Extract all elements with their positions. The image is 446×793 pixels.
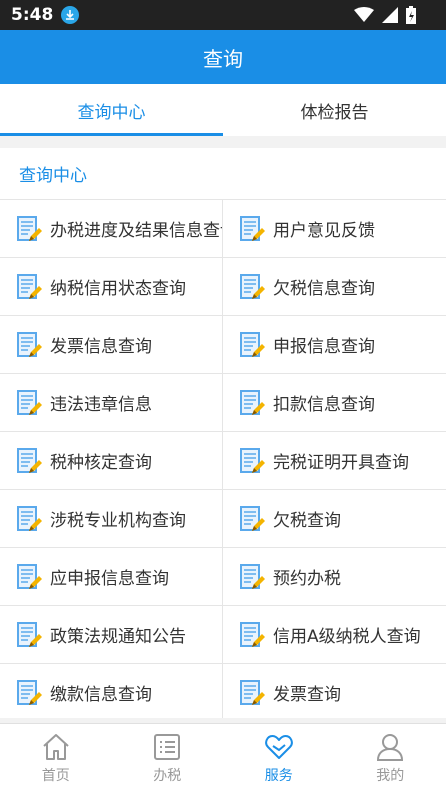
divider bbox=[0, 136, 446, 148]
battery-icon bbox=[406, 6, 416, 24]
user-icon bbox=[377, 734, 404, 761]
query-item[interactable]: 税种核定查询 bbox=[0, 432, 223, 490]
query-item-label: 办税进度及结果信息查询 bbox=[50, 221, 223, 241]
document-edit-icon bbox=[17, 273, 42, 299]
signal-icon bbox=[382, 7, 398, 23]
query-item[interactable]: 欠税查询 bbox=[223, 490, 446, 548]
home-icon bbox=[43, 734, 69, 760]
nav-tax[interactable]: 办税 bbox=[112, 724, 224, 793]
download-icon bbox=[61, 6, 80, 24]
list-icon bbox=[154, 734, 181, 760]
app-bar: 查询 bbox=[0, 30, 446, 84]
tab-bar: 查询中心 体检报告 bbox=[0, 84, 446, 136]
query-item[interactable]: 信用A级纳税人查询 bbox=[223, 606, 446, 664]
document-edit-icon bbox=[240, 679, 265, 705]
query-item[interactable]: 申报信息查询 bbox=[223, 316, 446, 374]
document-edit-icon bbox=[240, 389, 265, 415]
document-edit-icon bbox=[17, 331, 42, 357]
query-item[interactable]: 办税进度及结果信息查询 bbox=[0, 200, 223, 258]
query-item-label: 违法违章信息 bbox=[50, 395, 152, 415]
document-edit-icon bbox=[240, 563, 265, 589]
query-item[interactable]: 缴款信息查询 bbox=[0, 664, 223, 718]
document-edit-icon bbox=[240, 621, 265, 647]
query-item-label: 税种核定查询 bbox=[50, 453, 152, 473]
query-item[interactable]: 用户意见反馈 bbox=[223, 200, 446, 258]
heart-icon bbox=[264, 735, 293, 759]
document-edit-icon bbox=[240, 447, 265, 473]
bottom-nav: 首页 办税 服务 我的 bbox=[0, 723, 446, 793]
document-edit-icon bbox=[17, 563, 42, 589]
query-item-label: 涉税专业机构查询 bbox=[50, 511, 186, 531]
query-item-label: 申报信息查询 bbox=[273, 337, 375, 357]
document-edit-icon bbox=[240, 273, 265, 299]
document-edit-icon bbox=[17, 621, 42, 647]
document-edit-icon bbox=[17, 389, 42, 415]
wifi-icon bbox=[354, 7, 374, 22]
query-item[interactable]: 完税证明开具查询 bbox=[223, 432, 446, 490]
nav-service[interactable]: 服务 bbox=[223, 724, 335, 793]
query-item-label: 信用A级纳税人查询 bbox=[273, 627, 421, 647]
tab-health-report[interactable]: 体检报告 bbox=[223, 84, 446, 136]
query-item-label: 欠税信息查询 bbox=[273, 279, 375, 299]
status-time: 5:48 bbox=[11, 5, 54, 25]
nav-service-label: 服务 bbox=[264, 768, 293, 784]
document-edit-icon bbox=[17, 215, 42, 241]
query-item-label: 应申报信息查询 bbox=[50, 569, 169, 589]
query-grid: 办税进度及结果信息查询 用户意见反馈纳税信用状态查询 欠税信息查询发票信息查询 申报信… bbox=[0, 200, 446, 718]
query-item-label: 发票查询 bbox=[273, 685, 341, 705]
status-bar: 5:48 bbox=[0, 0, 446, 30]
query-item-label: 预约办税 bbox=[273, 569, 341, 589]
query-item-label: 发票信息查询 bbox=[50, 337, 152, 357]
query-item[interactable]: 扣款信息查询 bbox=[223, 374, 446, 432]
document-edit-icon bbox=[17, 505, 42, 531]
nav-mine[interactable]: 我的 bbox=[335, 724, 446, 793]
page-title: 查询 bbox=[203, 46, 243, 71]
document-edit-icon bbox=[240, 331, 265, 357]
query-item[interactable]: 违法违章信息 bbox=[0, 374, 223, 432]
section-header: 查询中心 bbox=[0, 148, 446, 200]
query-item-label: 欠税查询 bbox=[273, 511, 341, 531]
query-item[interactable]: 政策法规通知公告 bbox=[0, 606, 223, 664]
query-section: 查询中心 办税进度及结果信息查询 用户意见反馈纳税信用状态查询 欠税信息查询发票信息… bbox=[0, 148, 446, 718]
document-edit-icon bbox=[17, 447, 42, 473]
query-item[interactable]: 涉税专业机构查询 bbox=[0, 490, 223, 548]
document-edit-icon bbox=[17, 679, 42, 705]
nav-tax-label: 办税 bbox=[153, 768, 182, 784]
query-item-label: 纳税信用状态查询 bbox=[50, 279, 186, 299]
nav-home[interactable]: 首页 bbox=[0, 724, 112, 793]
query-item[interactable]: 欠税信息查询 bbox=[223, 258, 446, 316]
document-edit-icon bbox=[240, 505, 265, 531]
query-item-label: 政策法规通知公告 bbox=[50, 627, 186, 647]
query-item-label: 用户意见反馈 bbox=[273, 221, 375, 241]
query-item[interactable]: 纳税信用状态查询 bbox=[0, 258, 223, 316]
nav-home-label: 首页 bbox=[41, 768, 70, 784]
document-edit-icon bbox=[240, 215, 265, 241]
query-item[interactable]: 发票信息查询 bbox=[0, 316, 223, 374]
query-item[interactable]: 应申报信息查询 bbox=[0, 548, 223, 606]
query-item-label: 完税证明开具查询 bbox=[273, 453, 409, 473]
section-title: 查询中心 bbox=[19, 166, 87, 186]
query-item-label: 缴款信息查询 bbox=[50, 685, 152, 705]
nav-mine-label: 我的 bbox=[376, 768, 405, 784]
query-item-label: 扣款信息查询 bbox=[273, 395, 375, 415]
tab-query-center[interactable]: 查询中心 bbox=[0, 84, 223, 136]
query-item[interactable]: 预约办税 bbox=[223, 548, 446, 606]
query-item[interactable]: 发票查询 bbox=[223, 664, 446, 718]
